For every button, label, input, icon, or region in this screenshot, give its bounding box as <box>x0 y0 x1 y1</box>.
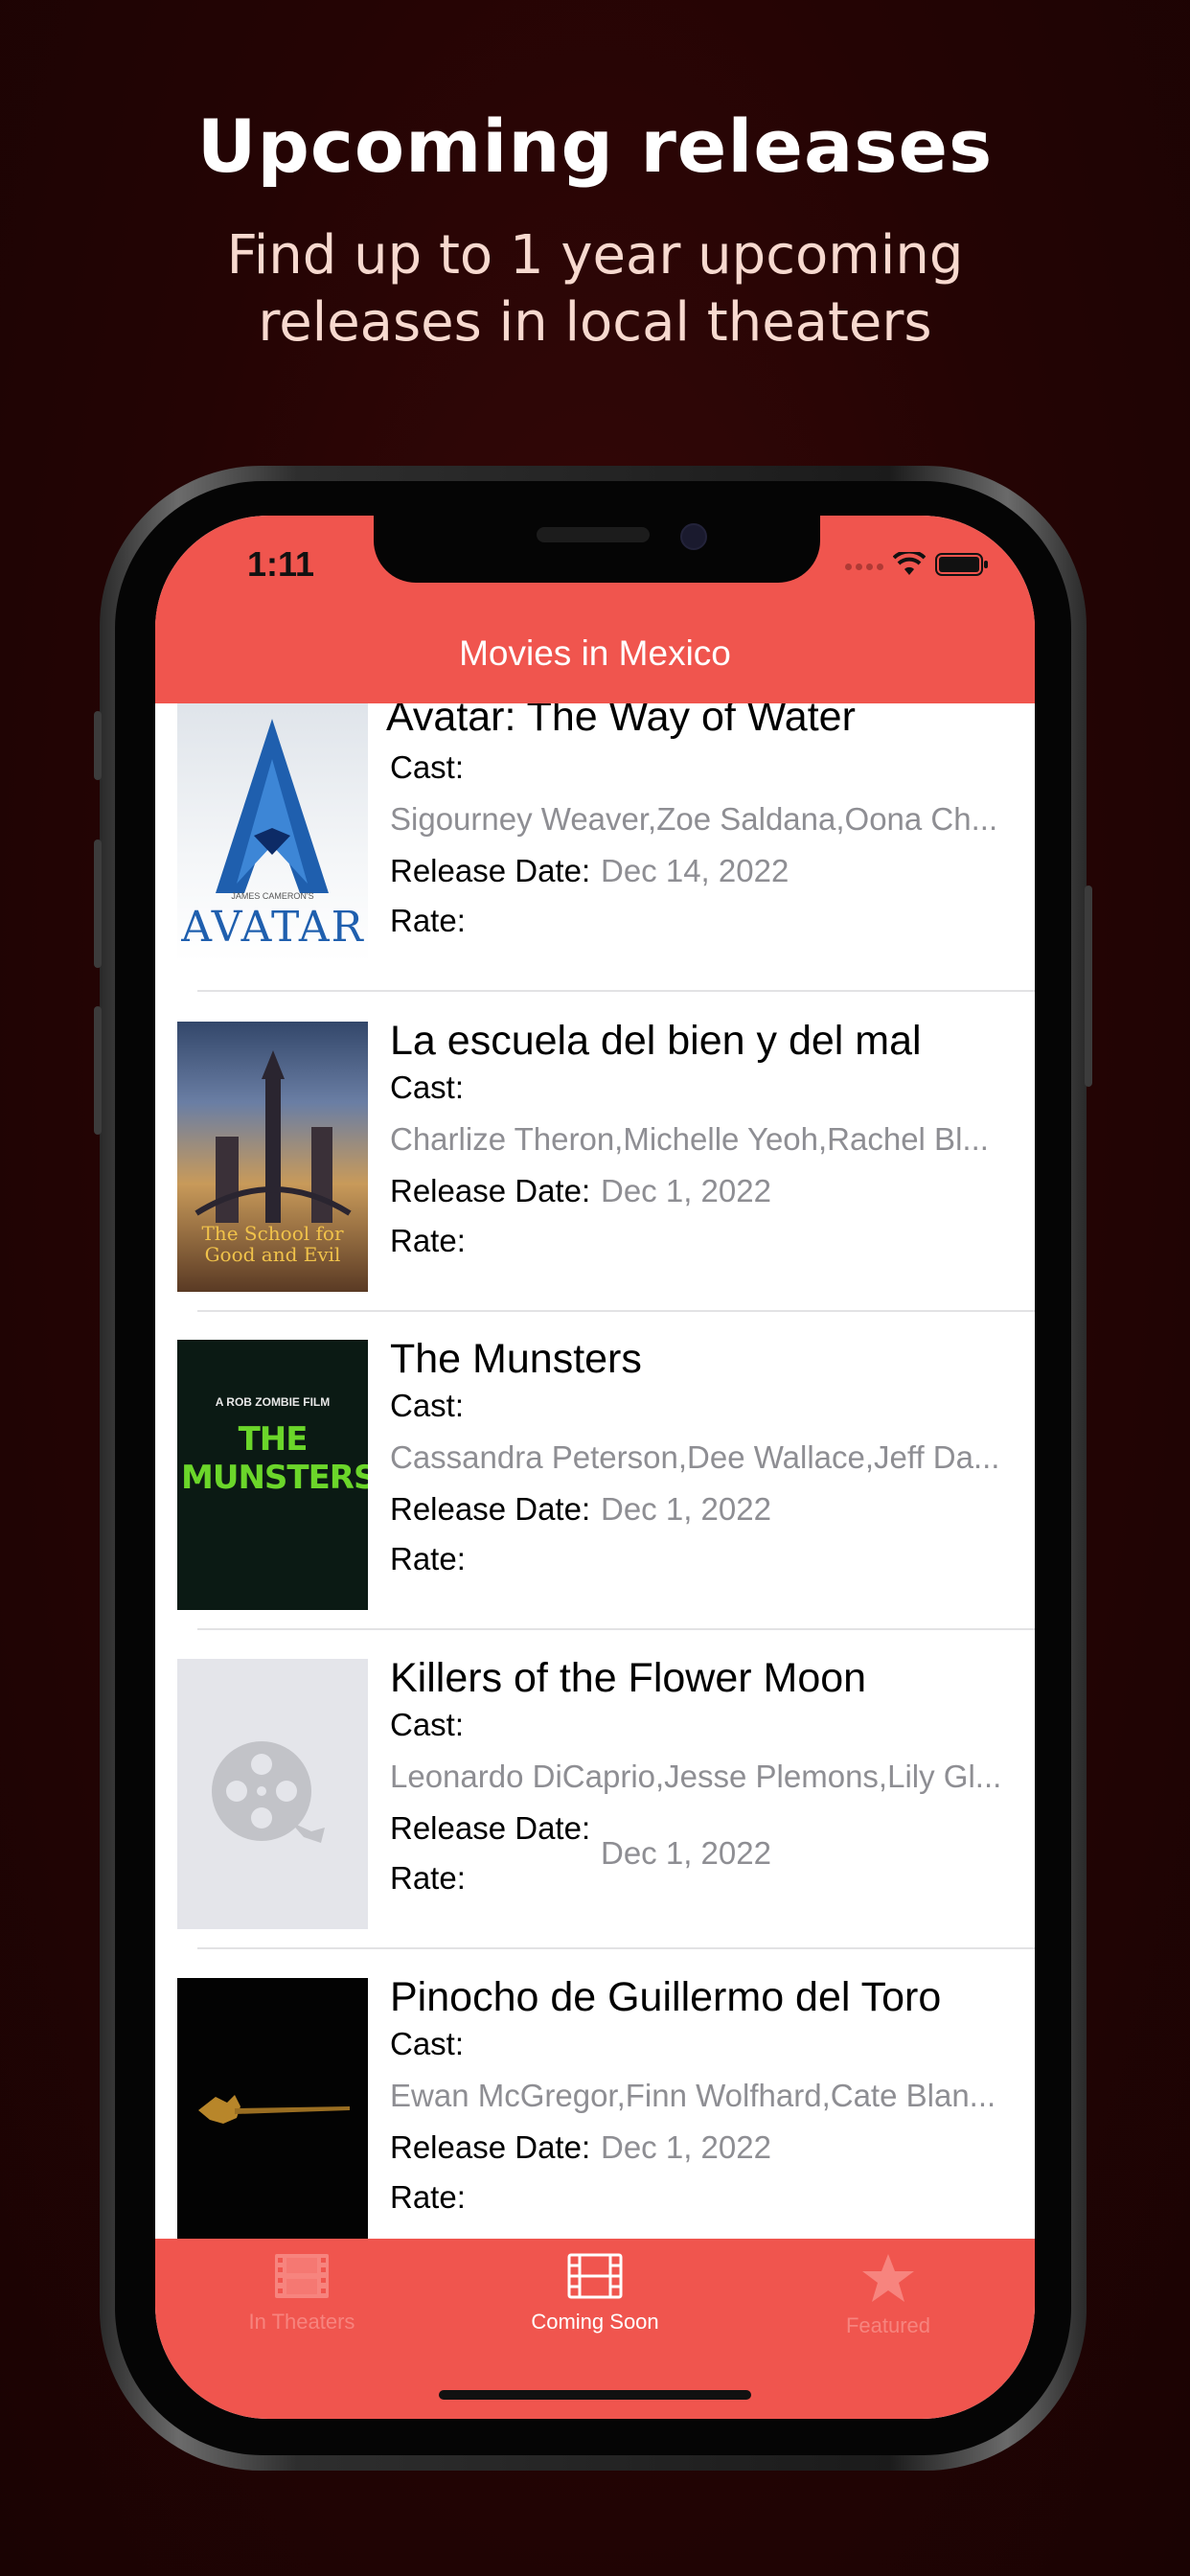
phone-power-button <box>1085 886 1092 1087</box>
rate-label: Rate: <box>390 1860 466 1896</box>
poster-subtext: JAMES CAMERON'S <box>231 891 314 901</box>
promo-subline-line-1: Find up to 1 year upcoming <box>226 224 964 287</box>
phone-volume-up <box>94 840 102 968</box>
cast-label: Cast: <box>390 2026 465 2061</box>
release-date-value: Dec 1, 2022 <box>601 2129 771 2165</box>
tab-label: In Theaters <box>248 2310 355 2334</box>
release-date-label: Release Date: <box>390 1810 591 1846</box>
rate-label: Rate: <box>390 1223 466 1258</box>
tab-coming-soon[interactable]: Coming Soon <box>448 2252 742 2358</box>
movie-poster <box>177 1978 368 2239</box>
movie-row[interactable]: The School for Good and Evil La escuela … <box>155 1018 1035 1341</box>
promo-headline: Upcoming releases <box>196 104 994 189</box>
front-camera <box>680 523 707 550</box>
cast-label: Cast: <box>390 749 465 785</box>
cast-value: Ewan McGregor,Finn Wolfhard,Cate Blan... <box>390 2078 996 2113</box>
release-date-label: Release Date: <box>390 1173 591 1208</box>
wifi-icon <box>892 549 927 582</box>
movie-title: Killers of the Flower Moon <box>390 1655 867 1701</box>
poster-title: The School for Good and Evil <box>201 1222 344 1266</box>
row-separator <box>197 1310 1035 1312</box>
movie-title: Pinocho de Guillermo del Toro <box>390 1974 942 2020</box>
film-strip-icon <box>567 2253 623 2299</box>
movie-title: Avatar: The Way of Water <box>386 703 856 740</box>
cast-label: Cast: <box>390 1070 465 1105</box>
status-icons <box>845 549 989 582</box>
poster-title: THE MUNSTERS <box>181 1420 368 1497</box>
release-date-value: Dec 1, 2022 <box>601 1835 771 1871</box>
row-separator <box>197 1947 1035 1949</box>
release-date-value: Dec 1, 2022 <box>601 1173 771 1208</box>
movie-title: The Munsters <box>390 1336 642 1382</box>
navigation-bar: Movies in Mexico <box>155 604 1035 703</box>
battery-icon <box>935 552 989 582</box>
rate-label: Rate: <box>390 1541 466 1576</box>
release-date-label: Release Date: <box>390 853 591 888</box>
cast-value: Leonardo DiCaprio,Jesse Plemons,Lily Gl.… <box>390 1759 1002 1794</box>
movie-list[interactable]: JAMES CAMERON'S AVATAR Avatar: The Way o… <box>155 703 1035 2239</box>
movie-poster: The School for Good and Evil <box>177 1022 368 1292</box>
phone-volume-down <box>94 1006 102 1135</box>
movie-row[interactable]: Killers of the Flower Moon Cast: Leonard… <box>155 1655 1035 1978</box>
notch <box>374 516 820 583</box>
home-indicator <box>439 2390 751 2400</box>
speaker-grille <box>537 527 650 542</box>
phone-screen: 1:11 Movies in Mexico JAMES CAMERON'S AV… <box>155 516 1035 2419</box>
cast-label: Cast: <box>390 1388 465 1423</box>
tab-label: Coming Soon <box>531 2310 659 2334</box>
signal-dots-icon <box>845 563 883 570</box>
film-reel-icon <box>212 1741 325 1843</box>
release-date-value: Dec 14, 2022 <box>601 853 790 888</box>
poster-title: AVATAR <box>181 903 365 952</box>
rate-label: Rate: <box>390 903 466 938</box>
poster-subtext: A ROB ZOMBIE FILM <box>215 1395 331 1409</box>
release-date-label: Release Date: <box>390 2129 591 2165</box>
tab-in-theaters[interactable]: In Theaters <box>155 2252 448 2358</box>
row-separator <box>197 990 1035 992</box>
film-strip-icon <box>275 2254 329 2298</box>
tab-label: Featured <box>845 2313 931 2337</box>
status-time: 1:11 <box>247 544 315 584</box>
cast-label: Cast: <box>390 1707 465 1742</box>
rate-label: Rate: <box>390 2179 466 2215</box>
star-icon <box>862 2254 914 2302</box>
movie-poster: A ROB ZOMBIE FILM THE MUNSTERS <box>177 1340 368 1610</box>
row-separator <box>197 1628 1035 1630</box>
promo-subline: Find up to 1 year upcoming releases in l… <box>0 222 1190 356</box>
cast-value: Charlize Theron,Michelle Yeoh,Rachel Bl.… <box>390 1121 989 1157</box>
phone-mute-switch <box>94 711 102 780</box>
cast-value: Sigourney Weaver,Zoe Saldana,Oona Ch... <box>390 801 998 837</box>
movie-poster-placeholder <box>177 1659 368 1929</box>
nav-title: Movies in Mexico <box>459 633 731 673</box>
promo-subline-line-2: releases in local theaters <box>258 291 932 354</box>
movie-row[interactable]: Pinocho de Guillermo del Toro Cast: Ewan… <box>155 1974 1035 2239</box>
movie-title: La escuela del bien y del mal <box>390 1018 922 1064</box>
tab-featured[interactable]: Featured <box>742 2252 1035 2358</box>
movie-row[interactable]: A ROB ZOMBIE FILM THE MUNSTERS The Munst… <box>155 1336 1035 1659</box>
release-date-label: Release Date: <box>390 1491 591 1527</box>
release-date-value: Dec 1, 2022 <box>601 1491 771 1527</box>
cast-value: Cassandra Peterson,Dee Wallace,Jeff Da..… <box>390 1439 1000 1475</box>
movie-row[interactable]: JAMES CAMERON'S AVATAR Avatar: The Way o… <box>155 703 1035 1021</box>
movie-poster: JAMES CAMERON'S AVATAR <box>177 703 368 962</box>
